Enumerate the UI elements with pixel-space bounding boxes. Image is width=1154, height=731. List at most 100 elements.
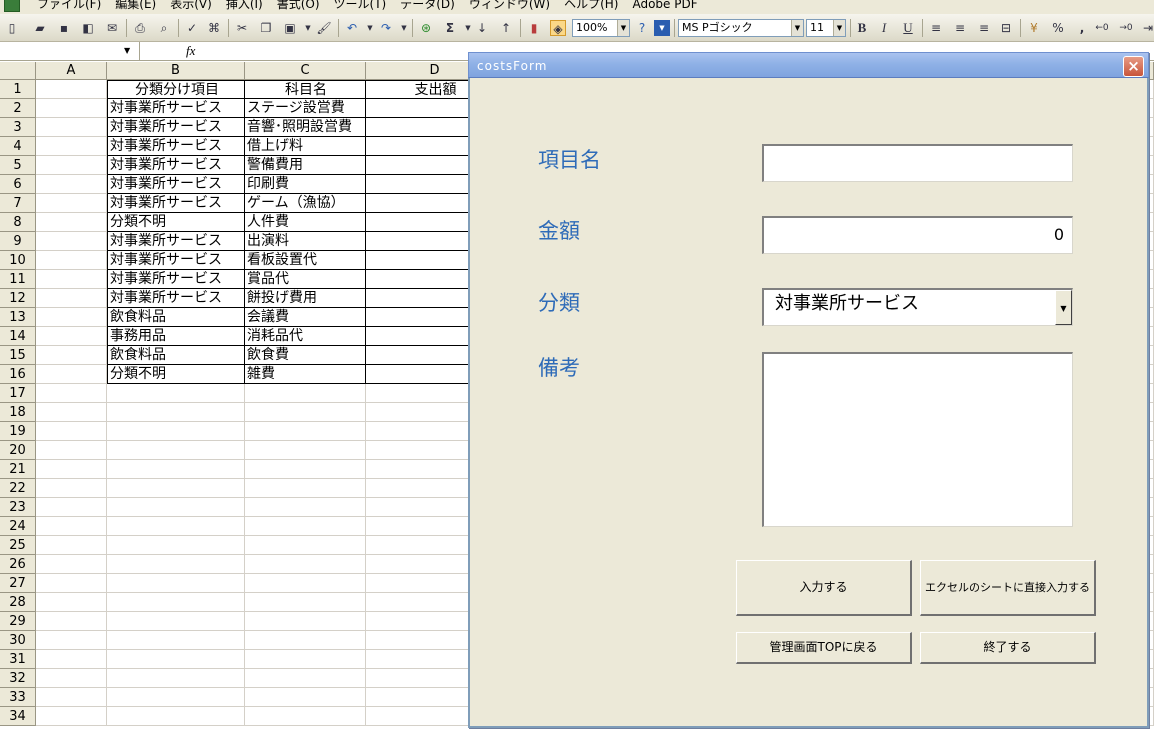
row-header[interactable]: 18: [0, 403, 36, 422]
autosum-icon[interactable]: Σ: [442, 20, 458, 36]
back-to-top-button[interactable]: 管理画面TOPに戻る: [736, 632, 912, 664]
grid-cell[interactable]: [245, 593, 366, 612]
grid-cell[interactable]: [36, 688, 107, 707]
row-header[interactable]: 5: [0, 156, 36, 175]
row-header[interactable]: 23: [0, 498, 36, 517]
grid-cell[interactable]: [107, 498, 245, 517]
grid-cell[interactable]: [245, 517, 366, 536]
row-header[interactable]: 13: [0, 308, 36, 327]
grid-cell[interactable]: [245, 612, 366, 631]
grid-cell[interactable]: 雑費: [245, 365, 366, 384]
grid-cell[interactable]: [36, 118, 107, 137]
grid-cell[interactable]: [36, 289, 107, 308]
grid-cell[interactable]: 看板設置代: [245, 251, 366, 270]
grid-cell[interactable]: 対事業所サービス: [107, 99, 245, 118]
grid-cell[interactable]: 消耗品代: [245, 327, 366, 346]
grid-cell[interactable]: 対事業所サービス: [107, 118, 245, 137]
column-header[interactable]: C: [245, 62, 366, 80]
grid-cell[interactable]: [36, 460, 107, 479]
grid-cell[interactable]: 飲食費: [245, 346, 366, 365]
grid-cell[interactable]: [107, 688, 245, 707]
category-select[interactable]: 対事業所サービス ▼: [762, 288, 1073, 326]
grid-cell[interactable]: [107, 555, 245, 574]
copy-icon[interactable]: ❐: [258, 20, 274, 36]
open-folder-icon[interactable]: ▰: [32, 20, 48, 36]
percent-button[interactable]: %: [1050, 20, 1066, 36]
grid-cell[interactable]: 音響･照明設営費: [245, 118, 366, 137]
grid-cell[interactable]: [36, 99, 107, 118]
grid-cell[interactable]: [245, 574, 366, 593]
grid-cell[interactable]: [107, 612, 245, 631]
cut-icon[interactable]: ✂: [234, 20, 250, 36]
row-header[interactable]: 15: [0, 346, 36, 365]
format-painter-icon[interactable]: 🖌: [316, 20, 332, 36]
grid-cell[interactable]: [36, 156, 107, 175]
row-header[interactable]: 1: [0, 80, 36, 99]
undo-icon[interactable]: ↶: [344, 20, 360, 36]
grid-cell[interactable]: 対事業所サービス: [107, 289, 245, 308]
grid-cell[interactable]: 事務用品: [107, 327, 245, 346]
grid-cell[interactable]: [107, 593, 245, 612]
print-preview-icon[interactable]: ⌕: [156, 20, 172, 36]
grid-cell[interactable]: 対事業所サービス: [107, 194, 245, 213]
grid-cell[interactable]: [36, 270, 107, 289]
row-header[interactable]: 24: [0, 517, 36, 536]
grid-cell[interactable]: [245, 555, 366, 574]
item-name-input[interactable]: [762, 144, 1073, 182]
close-button[interactable]: ×: [1123, 56, 1144, 77]
grid-cell[interactable]: [36, 631, 107, 650]
save-icon[interactable]: ▪: [56, 20, 72, 36]
grid-cell[interactable]: [107, 384, 245, 403]
grid-cell[interactable]: 賞品代: [245, 270, 366, 289]
row-header[interactable]: 3: [0, 118, 36, 137]
paste-icon[interactable]: ▣: [282, 20, 298, 36]
row-header[interactable]: 25: [0, 536, 36, 555]
row-header[interactable]: 19: [0, 422, 36, 441]
grid-cell[interactable]: 対事業所サービス: [107, 175, 245, 194]
grid-cell[interactable]: [245, 650, 366, 669]
grid-cell[interactable]: [36, 194, 107, 213]
merge-center-icon[interactable]: ⊟: [998, 20, 1014, 36]
grid-cell[interactable]: [107, 517, 245, 536]
grid-cell[interactable]: [107, 707, 245, 726]
row-header[interactable]: 11: [0, 270, 36, 289]
select-all-corner[interactable]: [0, 62, 36, 80]
grid-cell[interactable]: 餅投げ費用: [245, 289, 366, 308]
row-header[interactable]: 30: [0, 631, 36, 650]
category-dropdown-icon[interactable]: ▼: [1055, 290, 1072, 325]
grid-cell[interactable]: 印刷費: [245, 175, 366, 194]
row-header[interactable]: 17: [0, 384, 36, 403]
row-header[interactable]: 2: [0, 99, 36, 118]
menu-item[interactable]: 表示(V): [163, 0, 219, 11]
row-header[interactable]: 29: [0, 612, 36, 631]
row-header[interactable]: 10: [0, 251, 36, 270]
grid-cell[interactable]: [245, 631, 366, 650]
grid-cell[interactable]: [36, 555, 107, 574]
grid-cell[interactable]: 対事業所サービス: [107, 156, 245, 175]
font-name-select[interactable]: MS Pゴシック ▼: [678, 19, 804, 37]
grid-cell[interactable]: [36, 574, 107, 593]
drawing-icon[interactable]: ◈: [550, 20, 566, 36]
grid-cell[interactable]: [245, 498, 366, 517]
grid-cell[interactable]: [36, 422, 107, 441]
paste-dropdown-icon[interactable]: ▼: [300, 20, 316, 36]
column-header[interactable]: A: [36, 62, 107, 80]
row-header[interactable]: 14: [0, 327, 36, 346]
grid-cell[interactable]: [36, 498, 107, 517]
italic-button[interactable]: I: [876, 20, 892, 36]
currency-icon[interactable]: ¥: [1026, 20, 1042, 36]
grid-cell[interactable]: [36, 232, 107, 251]
grid-cell[interactable]: 警備費用: [245, 156, 366, 175]
grid-cell[interactable]: [245, 479, 366, 498]
grid-cell[interactable]: [36, 403, 107, 422]
new-file-icon[interactable]: ▯: [4, 20, 20, 36]
grid-cell[interactable]: [245, 403, 366, 422]
sort-descending-icon[interactable]: ↑: [498, 20, 514, 36]
grid-cell[interactable]: [107, 669, 245, 688]
grid-cell[interactable]: [36, 365, 107, 384]
menu-item[interactable]: ファイル(F): [30, 0, 108, 11]
grid-cell[interactable]: 飲食料品: [107, 346, 245, 365]
grid-cell[interactable]: [107, 460, 245, 479]
undo-dropdown-icon[interactable]: ▼: [362, 20, 378, 36]
row-header[interactable]: 22: [0, 479, 36, 498]
